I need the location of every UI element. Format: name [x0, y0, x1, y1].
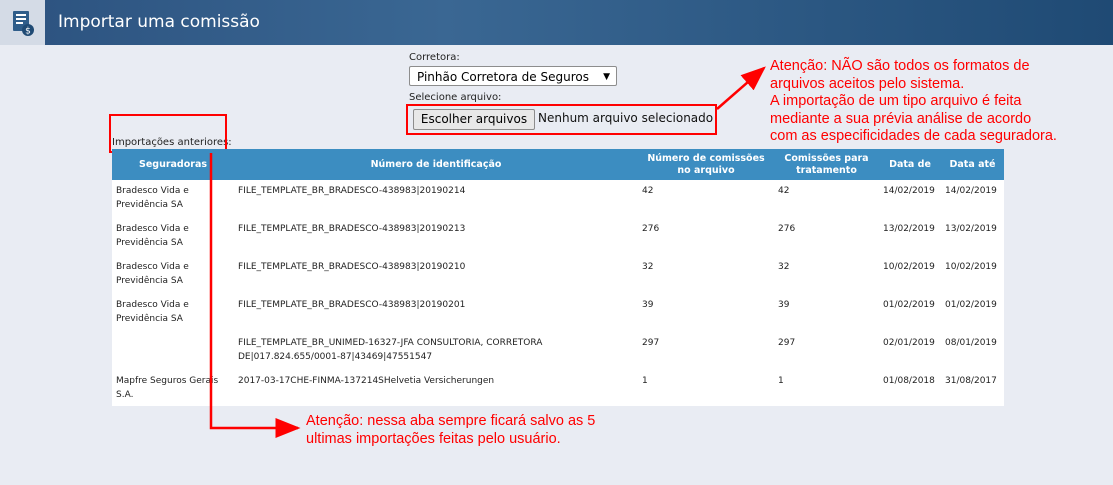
formats-arrow	[716, 66, 766, 110]
formats-annotation-line: mediante a sua prévia análise de acordo	[770, 110, 1032, 127]
history-arrow	[209, 153, 301, 438]
formats-annotation: Atenção: NÃO são todos os formatos de ar…	[770, 58, 1057, 146]
history-annotation: Atenção: nessa aba sempre ficará salvo a…	[306, 413, 595, 448]
formats-annotation-line: com as especificidades de cada segurador…	[770, 128, 1057, 144]
history-annotation-line: ultimas importações feitas pelo usuário.	[306, 430, 561, 447]
formats-annotation-line: A importação de um tipo arquivo é feita	[770, 93, 1022, 109]
formats-annotation-line: arquivos aceitos pelo sistema.	[770, 75, 965, 92]
history-annotation-line: Atenção: nessa aba sempre ficará salvo a…	[306, 413, 596, 429]
formats-annotation-line: Atenção: NÃO são todos os formatos de	[770, 58, 1030, 74]
